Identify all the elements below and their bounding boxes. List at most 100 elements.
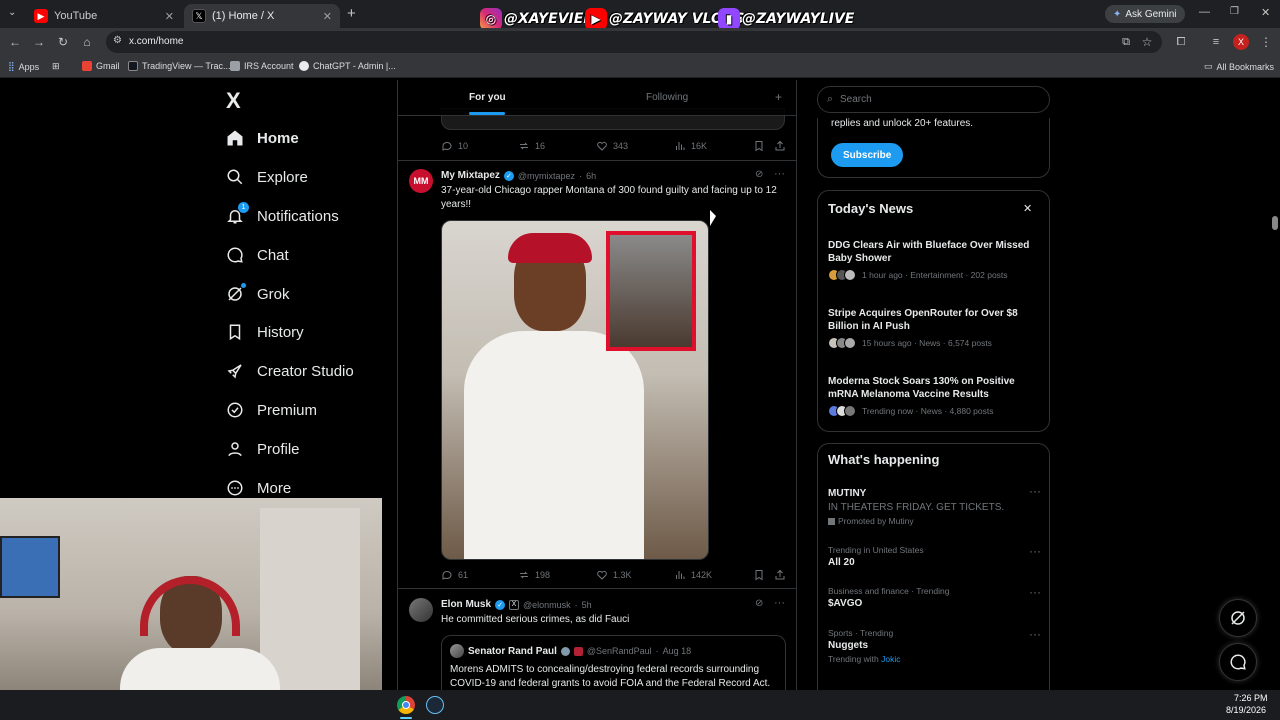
like-metric[interactable]: 343 [596, 140, 628, 152]
trending-with-link[interactable]: Jokic [881, 654, 900, 664]
close-tab-icon[interactable]: ✕ [323, 10, 332, 23]
install-app-icon[interactable]: ⧉ [1118, 34, 1134, 50]
trend-more-icon[interactable]: ··· [1029, 484, 1041, 498]
bookmark-all[interactable]: ▭ All Bookmarks [1204, 61, 1274, 72]
bookmark-gmail[interactable]: Gmail [82, 61, 120, 71]
author-name[interactable]: Elon Musk [441, 599, 491, 610]
profile-avatar[interactable]: X [1233, 34, 1249, 50]
tab-search-icon[interactable]: ⌄ [8, 7, 16, 18]
close-news-icon[interactable]: ✕ [1023, 202, 1032, 215]
grok-float-button[interactable] [1219, 599, 1257, 637]
chrome-taskbar-icon[interactable] [397, 696, 415, 714]
home-browser-icon[interactable]: ⌂ [79, 34, 95, 50]
nav-profile[interactable]: Profile [226, 440, 300, 458]
views-metric[interactable]: 142K [674, 569, 712, 581]
news-item[interactable]: Stripe Acquires OpenRouter for Over $8 B… [828, 307, 1038, 349]
trend-item[interactable]: Trending in United States All 20 [828, 545, 1038, 568]
subscribe-button[interactable]: Subscribe [831, 143, 904, 167]
grok-post-icon[interactable]: ⊘ [755, 169, 763, 180]
restore-window-icon[interactable]: ❐ [1230, 6, 1239, 17]
bookmark-star-icon[interactable]: ☆ [1139, 34, 1155, 50]
forward-icon[interactable]: → [31, 34, 47, 50]
heart-icon [597, 570, 607, 580]
nav-notifications[interactable]: 1 Notifications [226, 202, 339, 225]
like-metric[interactable]: 1.3K [596, 569, 632, 581]
author-handle[interactable]: @elonmusk [523, 600, 571, 610]
news-item[interactable]: DDG Clears Air with Blueface Over Missed… [828, 239, 1038, 281]
new-tab-button[interactable]: + [347, 5, 356, 22]
news-item[interactable]: Moderna Stock Soars 130% on Positive mRN… [828, 375, 1038, 417]
views-metric[interactable]: 16K [674, 140, 707, 152]
avatar[interactable]: MM [409, 169, 433, 193]
image-inset-photo [606, 231, 696, 351]
nav-label: More [257, 479, 292, 497]
share-action[interactable] [774, 569, 786, 581]
share-icon [775, 569, 785, 580]
nav-more[interactable]: More [226, 479, 291, 497]
trending-with-label: Trending with [828, 654, 879, 664]
news-meta-text: 15 hours ago · News · 6,574 posts [862, 338, 992, 348]
author-handle[interactable]: @mymixtapez [518, 171, 575, 181]
tab-for-you[interactable]: For you [469, 92, 506, 103]
grok-post-icon[interactable]: ⊘ [755, 598, 763, 609]
nav-grok[interactable]: Grok [226, 283, 290, 303]
nav-home[interactable]: Home [226, 129, 299, 147]
search-box[interactable]: ⌕ Search [817, 86, 1050, 113]
repost-metric[interactable]: 16 [518, 140, 545, 152]
metric-value: 16 [535, 141, 546, 151]
close-tab-icon[interactable]: ✕ [165, 10, 174, 23]
close-window-icon[interactable]: ✕ [1261, 6, 1270, 19]
post-more-icon[interactable]: ··· [774, 168, 785, 180]
add-feed-icon[interactable]: + [775, 90, 782, 104]
bookmark-chatgpt[interactable]: ChatGPT - Admin |... [299, 61, 396, 71]
site-info-icon[interactable]: ⚙ [113, 35, 122, 46]
bookmark-tradingview[interactable]: TradingView — Trac... [128, 61, 231, 71]
reload-icon[interactable]: ↻ [55, 34, 71, 50]
nav-chat[interactable]: Chat [226, 246, 289, 264]
avatar[interactable] [409, 598, 433, 622]
repost-metric[interactable]: 198 [518, 569, 550, 581]
bookmark-irs[interactable]: IRS Account [230, 61, 294, 71]
trend-more-icon[interactable]: ··· [1029, 585, 1041, 599]
trend-more-icon[interactable]: ··· [1029, 544, 1041, 558]
back-icon[interactable]: ← [7, 34, 23, 50]
trend-more-icon[interactable]: ··· [1029, 627, 1041, 641]
scrollbar-thumb[interactable] [1272, 216, 1278, 230]
clock-date[interactable]: 8/19/2026 [1226, 705, 1266, 715]
bookmark-grid[interactable]: ⊞ [52, 61, 60, 72]
post-image[interactable] [441, 220, 709, 560]
post-time[interactable]: 5h [582, 600, 592, 610]
post-more-icon[interactable]: ··· [774, 597, 785, 609]
share-action[interactable] [774, 140, 786, 152]
steam-taskbar-icon[interactable] [426, 696, 444, 714]
bookmark-action[interactable] [753, 140, 765, 152]
tab-youtube[interactable]: ▶ YouTube ✕ [26, 4, 182, 28]
clock-time[interactable]: 7:26 PM [1234, 693, 1268, 703]
page-scrollbar[interactable] [1271, 80, 1279, 688]
post-divider [398, 160, 796, 161]
media-controls-icon[interactable]: ≡ [1208, 34, 1224, 50]
ask-gemini-button[interactable]: ✦ Ask Gemini [1105, 5, 1185, 23]
post-time[interactable]: 6h [586, 171, 596, 181]
trend-item[interactable]: Sports · Trending Nuggets Trending with … [828, 628, 1038, 664]
extensions-icon[interactable]: ⧠ [1173, 34, 1189, 50]
trend-item-promoted[interactable]: MUTINY IN THEATERS FRIDAY. GET TICKETS. … [828, 486, 1038, 526]
nav-history[interactable]: History [226, 323, 304, 341]
trend-item[interactable]: Business and finance · Trending $AVGO [828, 586, 1038, 609]
nav-explore[interactable]: Explore [226, 168, 308, 186]
minimize-window-icon[interactable]: — [1199, 6, 1210, 18]
x-logo[interactable]: X [226, 88, 241, 114]
chrome-menu-icon[interactable]: ⋮ [1258, 34, 1274, 50]
reply-metric[interactable]: 61 [441, 569, 468, 581]
nav-premium[interactable]: Premium [226, 401, 317, 419]
tab-x-home[interactable]: 𝕏 (1) Home / X ✕ [184, 4, 340, 28]
nav-creator-studio[interactable]: Creator Studio [226, 362, 354, 380]
author-name[interactable]: My Mixtapez [441, 170, 500, 181]
bookmark-apps[interactable]: ⣿ Apps [8, 61, 39, 72]
quoted-post[interactable]: Senator Rand Paul @SenRandPaul · Aug 18 … [441, 635, 786, 690]
messages-float-button[interactable] [1219, 643, 1257, 681]
tab-following[interactable]: Following [646, 92, 688, 103]
address-bar[interactable]: ⚙ x.com/home [106, 31, 1162, 53]
bookmark-action[interactable] [753, 569, 765, 581]
reply-metric[interactable]: 10 [441, 140, 468, 152]
